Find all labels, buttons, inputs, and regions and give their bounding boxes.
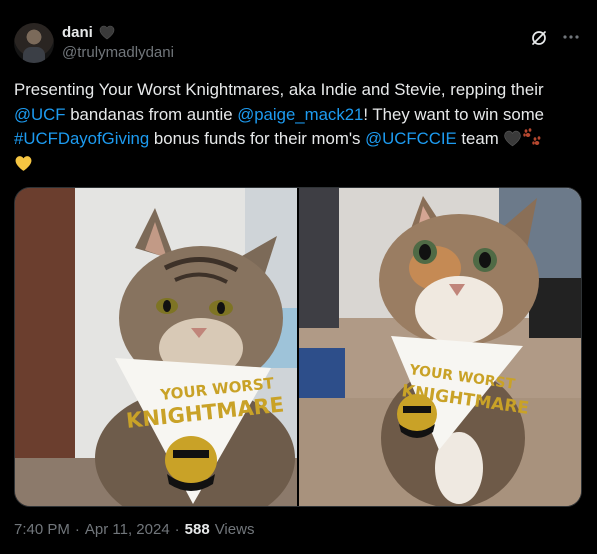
- more-options-icon[interactable]: [561, 27, 581, 47]
- media-grid: YOUR WORST KNIGHTMARE YOUR WORST KNIGHTM…: [14, 187, 582, 507]
- cat-photo-1: YOUR WORST KNIGHTMARE: [15, 188, 297, 506]
- avatar[interactable]: [14, 23, 54, 63]
- author-display-name[interactable]: dani: [62, 24, 93, 41]
- tweet-card: dani @trulymadlydani Presenting Your Wor…: [0, 0, 597, 554]
- photo-stevie[interactable]: YOUR WORST KNIGHTMARE: [299, 188, 581, 506]
- mention-ucfccie-link[interactable]: @UCFCCIE: [365, 129, 457, 148]
- views-label: Views: [214, 521, 255, 538]
- tweet-text-segment: bonus funds for their mom's: [149, 129, 366, 148]
- tweet-text-segment: Presenting Your Worst Knightmares, aka I…: [14, 80, 544, 99]
- meta-separator: ·: [174, 521, 180, 538]
- author-handle[interactable]: @trulymadlydani: [62, 44, 174, 61]
- black-heart-icon: [99, 25, 115, 40]
- hashtag-ucfdayofgiving-link[interactable]: #UCFDayofGiving: [14, 129, 149, 148]
- avatar-figure: [23, 47, 45, 63]
- views-count[interactable]: 588: [185, 521, 210, 538]
- tweet-meta: 7:40 PM · Apr 11, 2024 · 588 Views: [14, 521, 254, 538]
- tweet-text-segment: bandanas from auntie: [65, 104, 238, 124]
- tweet-time[interactable]: 7:40 PM: [14, 521, 70, 538]
- meta-separator: ·: [74, 521, 80, 538]
- photo-indie[interactable]: YOUR WORST KNIGHTMARE: [15, 188, 297, 506]
- mention-ucf-link[interactable]: @UCF: [14, 105, 66, 124]
- cat-photo-2: YOUR WORST KNIGHTMARE: [299, 188, 581, 506]
- tweet-date[interactable]: Apr 11, 2024: [85, 521, 170, 538]
- tweet-text-segment: ! They want to win some: [363, 104, 545, 124]
- tweet-text: Presenting Your Worst Knightmares, aka I…: [14, 78, 579, 176]
- author-name-row: dani: [62, 24, 115, 41]
- paw-prints-icon: [523, 128, 541, 145]
- tweet-text-segment: team: [456, 129, 504, 148]
- yellow-heart-icon: [15, 155, 32, 171]
- black-heart-icon: [504, 130, 522, 147]
- mention-paige-link[interactable]: @paige_mack21: [237, 105, 363, 124]
- grok-icon[interactable]: [530, 29, 548, 47]
